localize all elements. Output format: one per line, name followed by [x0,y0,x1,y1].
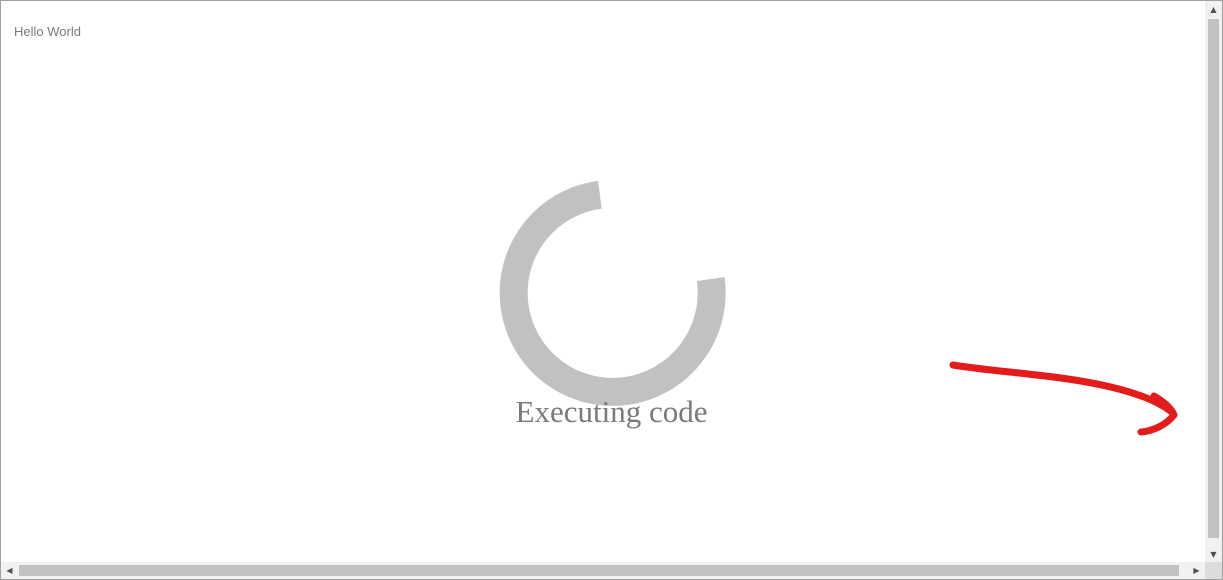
loading-spinner-icon [499,180,726,406]
scrollbar-corner [1205,562,1222,579]
red-arrow-icon [949,361,1178,436]
scroll-right-icon[interactable]: ▶ [1188,562,1205,579]
scroll-up-icon[interactable]: ▲ [1205,1,1222,18]
horizontal-scrollbar[interactable]: ◀ ▶ [1,562,1205,579]
scroll-down-icon[interactable]: ▼ [1205,546,1222,563]
vertical-scroll-thumb[interactable] [1208,19,1219,538]
horizontal-scroll-thumb[interactable] [19,565,1179,576]
output-frame: Hello World Executing code ▲ ▼ ◀ ▶ [0,0,1223,580]
vertical-scrollbar[interactable]: ▲ ▼ [1205,1,1222,563]
output-text: Hello World [14,24,81,39]
scroll-left-icon[interactable]: ◀ [1,562,18,579]
